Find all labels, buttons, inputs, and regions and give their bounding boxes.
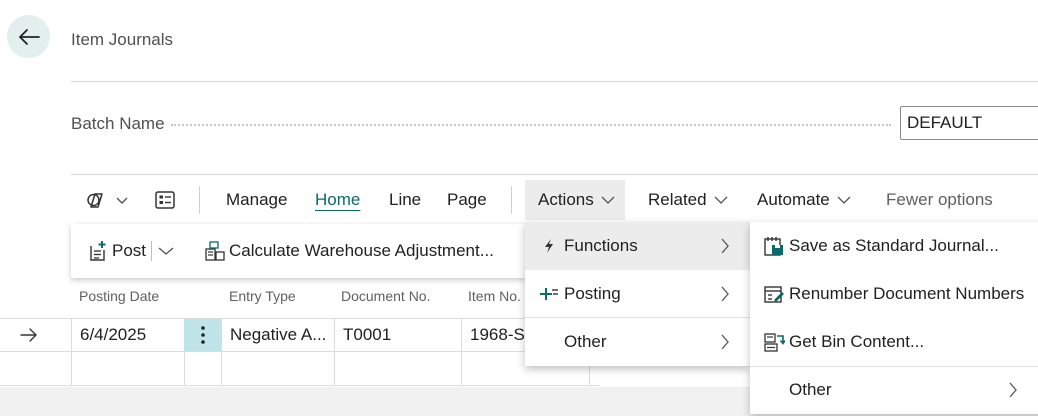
tab-line[interactable]: Line [389,180,421,220]
arrow-left-icon [18,28,40,45]
row-actions-button[interactable] [184,319,221,351]
cell-document-no[interactable]: T0001 [343,318,458,352]
tab-actions[interactable]: Actions [538,180,616,220]
layout-icon [155,191,175,209]
fewer-options-button[interactable]: Fewer options [886,180,993,220]
save-journal-icon [764,237,783,256]
tab-page-label: Page [447,190,487,209]
batch-name-label: Batch Name [71,114,169,134]
fewer-options-label: Fewer options [886,190,993,209]
menu-item-renumber-document-numbers-label: Renumber Document Numbers [789,284,1025,303]
toolbar-separator [511,186,512,214]
menu-item-posting[interactable]: Posting [525,270,750,318]
copilot-icon [87,193,103,208]
menu-item-renumber-document-numbers[interactable]: Renumber Document Numbers [750,270,1038,318]
column-divider [334,318,335,386]
post-button[interactable]: Post [88,224,146,278]
menu-item-functions[interactable]: Functions [525,222,750,270]
tab-automate-label: Automate [757,190,830,209]
column-header-document-no[interactable]: Document No. [341,288,430,304]
column-header-entry-type[interactable]: Entry Type [229,288,296,304]
toolbar-divider [71,174,1038,175]
chevron-down-icon [837,196,851,204]
page-title: Item Journals [71,30,174,49]
chevron-right-icon [1009,382,1017,398]
tab-manage-label: Manage [226,190,288,209]
lightning-icon [539,236,559,256]
tab-manage[interactable]: Manage [226,180,287,220]
menu-item-save-as-standard-journal[interactable]: Save as Standard Journal... [750,222,1038,270]
batch-name-input[interactable] [900,106,1038,140]
layout-button[interactable] [154,180,176,220]
item-journal-page: Item Journals Batch Name Man [0,0,1038,416]
arrow-right-icon [20,328,37,342]
chevron-right-icon [721,334,729,350]
tab-home-label: Home [315,190,361,209]
post-label: Post [112,241,147,260]
column-divider [71,318,72,386]
post-plus-icon [539,284,559,304]
tab-home[interactable]: Home [315,180,360,220]
calculate-warehouse-adjustment-button[interactable]: Calculate Warehouse Adjustment... [204,224,494,278]
chevron-right-icon [721,238,729,254]
menu-item-save-as-standard-journal-label: Save as Standard Journal... [789,236,999,255]
more-vertical-icon [200,326,205,344]
tab-line-label: Line [389,190,422,209]
home-action-bar: Post Calculate Warehouse Adjustment... [71,224,526,278]
bin-content-icon [764,333,785,352]
copilot-button[interactable] [85,180,129,220]
tab-automate[interactable]: Automate [757,180,852,220]
field-leader-dots [171,124,891,126]
tab-page[interactable]: Page [447,180,487,220]
cell-entry-type[interactable]: Negative A... [230,318,332,352]
chevron-down-icon [714,196,728,204]
back-button[interactable] [7,15,50,58]
menu-item-other-functions-label: Other [789,380,832,399]
row-indicator [20,318,60,352]
chevron-right-icon [721,286,729,302]
chevron-down-icon [601,196,615,204]
menu-item-posting-label: Posting [564,284,621,303]
menu-item-get-bin-content[interactable]: Get Bin Content... [750,318,1038,366]
menu-item-other-label: Other [564,332,607,351]
cell-item-no[interactable]: 1968-S [470,318,530,352]
action-toolbar: Manage Home Line Page Actions Related Au… [71,180,1038,220]
chevron-down-icon [116,197,128,204]
column-header-item-no[interactable]: Item No. [468,288,521,304]
column-divider [461,318,462,386]
menu-item-other[interactable]: Other [525,318,750,366]
menu-item-functions-label: Functions [564,236,638,255]
column-divider [221,318,222,386]
header-divider [71,81,1038,82]
cell-posting-date[interactable]: 6/4/2025 [80,318,180,352]
table-row-empty[interactable] [0,352,600,386]
actions-menu: Functions Posting Other [525,222,750,366]
tab-related[interactable]: Related [648,180,729,220]
renumber-icon [764,286,784,303]
tab-related-label: Related [648,190,707,209]
tab-actions-label: Actions [538,190,594,209]
menu-item-other-functions[interactable]: Other [750,366,1038,414]
chevron-down-icon [158,247,174,255]
post-icon [90,241,106,261]
toolbar-separator [199,186,200,214]
menu-item-get-bin-content-label: Get Bin Content... [789,332,925,351]
functions-submenu: Save as Standard Journal... Renumber Doc… [750,222,1038,414]
post-split-separator [151,241,152,261]
calculate-warehouse-adjustment-label: Calculate Warehouse Adjustment... [229,241,494,260]
post-dropdown-button[interactable] [157,224,175,278]
warehouse-calc-icon [205,241,225,261]
column-header-posting-date[interactable]: Posting Date [79,288,159,304]
